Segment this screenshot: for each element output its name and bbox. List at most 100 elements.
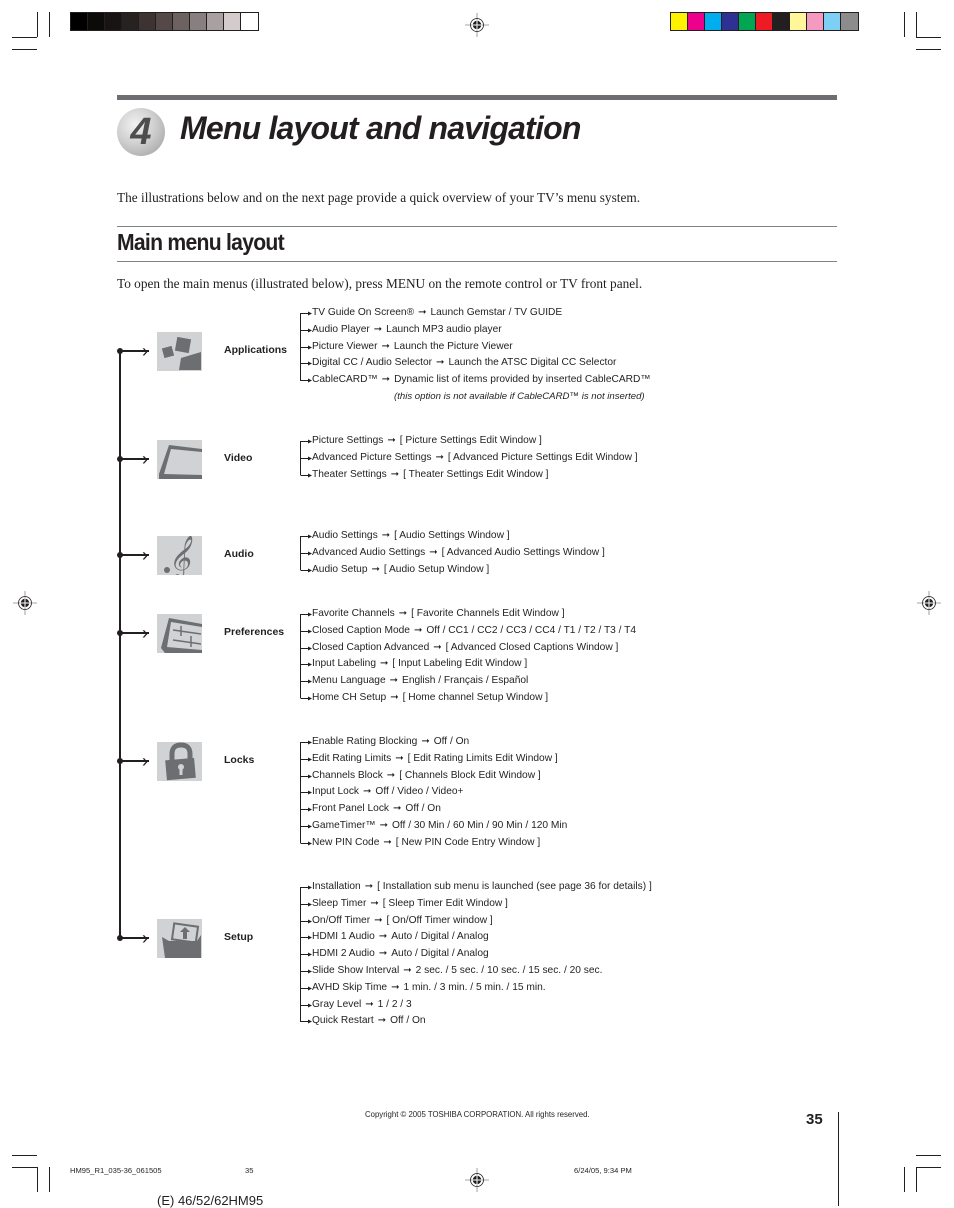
- crop-mark: [916, 1167, 917, 1192]
- right-arrow-icon: ➞: [373, 323, 383, 335]
- right-arrow-icon: ➞: [371, 563, 380, 575]
- color-swatch: [88, 13, 105, 30]
- item-name: Home CH Setup: [312, 691, 387, 703]
- item-name: Picture Viewer: [312, 340, 378, 352]
- item-arrow-icon: [300, 623, 312, 640]
- item-value: [ On/Off Timer window ]: [386, 914, 493, 926]
- video-icon: [157, 440, 202, 479]
- item-arrow-icon: [300, 467, 312, 484]
- submenu-item: New PIN Code ➞[ New PIN Code Entry Window…: [300, 835, 567, 852]
- crop-mark: [49, 1167, 50, 1192]
- registration-mark-icon: [13, 591, 37, 615]
- item-name: GameTimer™: [312, 819, 376, 831]
- submenu-video: Picture Settings ➞[ Picture Settings Edit…: [300, 433, 638, 483]
- submenu-item: Closed Caption Mode ➞ Off / CC1 / CC2 / CC…: [300, 623, 636, 640]
- right-arrow-icon: ➞: [381, 340, 390, 352]
- item-arrow-icon: [300, 784, 312, 801]
- item-arrow-icon: [300, 545, 312, 562]
- submenu-item: TV Guide On Screen® ➞ Launch Gemstar / TV …: [300, 305, 651, 322]
- arrow-head-icon: ›: [142, 545, 148, 565]
- item-value: Auto / Digital / Analog: [391, 948, 489, 960]
- item-value: [ Audio Setup Window ]: [383, 563, 490, 575]
- item-name: Sleep Timer: [312, 897, 367, 909]
- submenu-item: Advanced Audio Settings ➞[ Advanced Audio…: [300, 545, 605, 562]
- right-arrow-icon: ➞: [363, 786, 372, 798]
- submenu-item: Theater Settings ➞[ Theater Settings Edit…: [300, 467, 638, 484]
- item-value: 1 / 2 / 3: [377, 998, 412, 1010]
- item-name: CableCARD™: [312, 374, 378, 386]
- right-arrow-icon: ➞: [436, 357, 445, 369]
- item-name: Digital CC / Audio Selector: [312, 357, 433, 369]
- submenu-item: AVHD Skip Time ➞ 1 min. / 3 min. / 5 min. …: [300, 980, 652, 997]
- item-name: Installation: [312, 881, 361, 892]
- item-arrow-icon: [300, 690, 312, 707]
- color-swatch: [241, 13, 258, 30]
- crop-mark: [916, 1155, 941, 1156]
- preferences-icon: [157, 614, 202, 653]
- color-swatch: [841, 13, 858, 30]
- item-name: Channels Block: [312, 769, 383, 781]
- item-value: Off / 30 Min / 60 Min / 90 Min / 120 Min: [391, 819, 568, 831]
- menu-label-preferences: Preferences: [224, 626, 285, 638]
- item-value: [ Input Labeling Edit Window ]: [392, 658, 528, 670]
- item-value: Off / On: [405, 803, 441, 815]
- item-arrow-icon: [300, 768, 312, 785]
- item-name: TV Guide On Screen®: [312, 307, 415, 318]
- right-arrow-icon: ➞: [413, 624, 423, 636]
- submenu-item: Picture Settings ➞[ Picture Settings Edit…: [300, 433, 638, 450]
- submenu-note: (this option is not available if CableCA…: [394, 390, 645, 402]
- item-name: Front Panel Lock: [312, 803, 390, 815]
- item-arrow-icon: [300, 562, 312, 579]
- item-value: English / Français / Español: [402, 675, 529, 687]
- color-calibration-bar: [670, 12, 859, 31]
- applications-icon: [157, 332, 202, 371]
- item-value: [ Channels Block Edit Window ]: [399, 769, 541, 781]
- section-rule-bottom: [117, 261, 837, 262]
- color-swatch: [105, 13, 122, 30]
- submenu-item: HDMI 2 Audio ➞ Auto / Digital / Analog: [300, 946, 652, 963]
- item-name: Advanced Picture Settings: [312, 451, 432, 463]
- submenu-item: Audio Settings ➞[ Audio Settings Window ]: [300, 528, 605, 545]
- item-name: Advanced Audio Settings: [312, 546, 426, 558]
- item-name: Menu Language: [312, 675, 386, 687]
- color-swatch: [756, 13, 773, 30]
- item-arrow-icon: [300, 355, 312, 372]
- item-value: Dynamic list of items provided by insert…: [394, 374, 651, 386]
- section-rule-top: [117, 226, 837, 227]
- submenu-item: Favorite Channels ➞[ Favorite Channels Ed…: [300, 606, 636, 623]
- chapter-title: Menu layout and navigation: [180, 110, 581, 146]
- registration-mark-icon: [917, 591, 941, 615]
- setup-icon: [157, 919, 202, 958]
- crop-mark: [12, 37, 37, 38]
- menu-label-locks: Locks: [224, 754, 255, 766]
- right-arrow-icon: ➞: [381, 374, 391, 386]
- tree-trunk-line: [119, 350, 121, 939]
- svg-text:𝄞: 𝄞: [168, 536, 193, 575]
- color-swatch: [790, 13, 807, 30]
- item-value: [ New PIN Code Entry Window ]: [395, 836, 541, 848]
- crop-mark: [916, 37, 941, 38]
- right-arrow-icon: ➞: [421, 736, 430, 747]
- item-name: HDMI 2 Audio: [312, 948, 375, 960]
- item-arrow-icon: [300, 322, 312, 339]
- item-arrow-icon: [300, 339, 312, 356]
- crop-mark: [12, 49, 37, 50]
- item-value: Auto / Digital / Analog: [391, 931, 489, 943]
- item-arrow-icon: [300, 896, 312, 913]
- right-arrow-icon: ➞: [377, 1015, 387, 1027]
- menu-label-video: Video: [224, 452, 253, 464]
- item-arrow-icon: [300, 963, 312, 980]
- arrow-head-icon: ›: [142, 751, 148, 771]
- right-arrow-icon: ➞: [381, 530, 391, 541]
- color-swatch: [207, 13, 224, 30]
- item-arrow-icon: [300, 656, 312, 673]
- arrow-head-icon: ›: [142, 623, 148, 643]
- submenu-item: Quick Restart ➞ Off / On: [300, 1013, 652, 1030]
- item-name: Theater Settings: [312, 468, 387, 480]
- item-value: Launch the Picture Viewer: [393, 340, 513, 352]
- item-arrow-icon: [300, 751, 312, 768]
- submenu-item: Gray Level ➞ 1 / 2 / 3: [300, 997, 652, 1014]
- item-value: [ Advanced Picture Settings Edit Window …: [447, 451, 638, 463]
- color-swatch: [824, 13, 841, 30]
- color-swatch: [156, 13, 173, 30]
